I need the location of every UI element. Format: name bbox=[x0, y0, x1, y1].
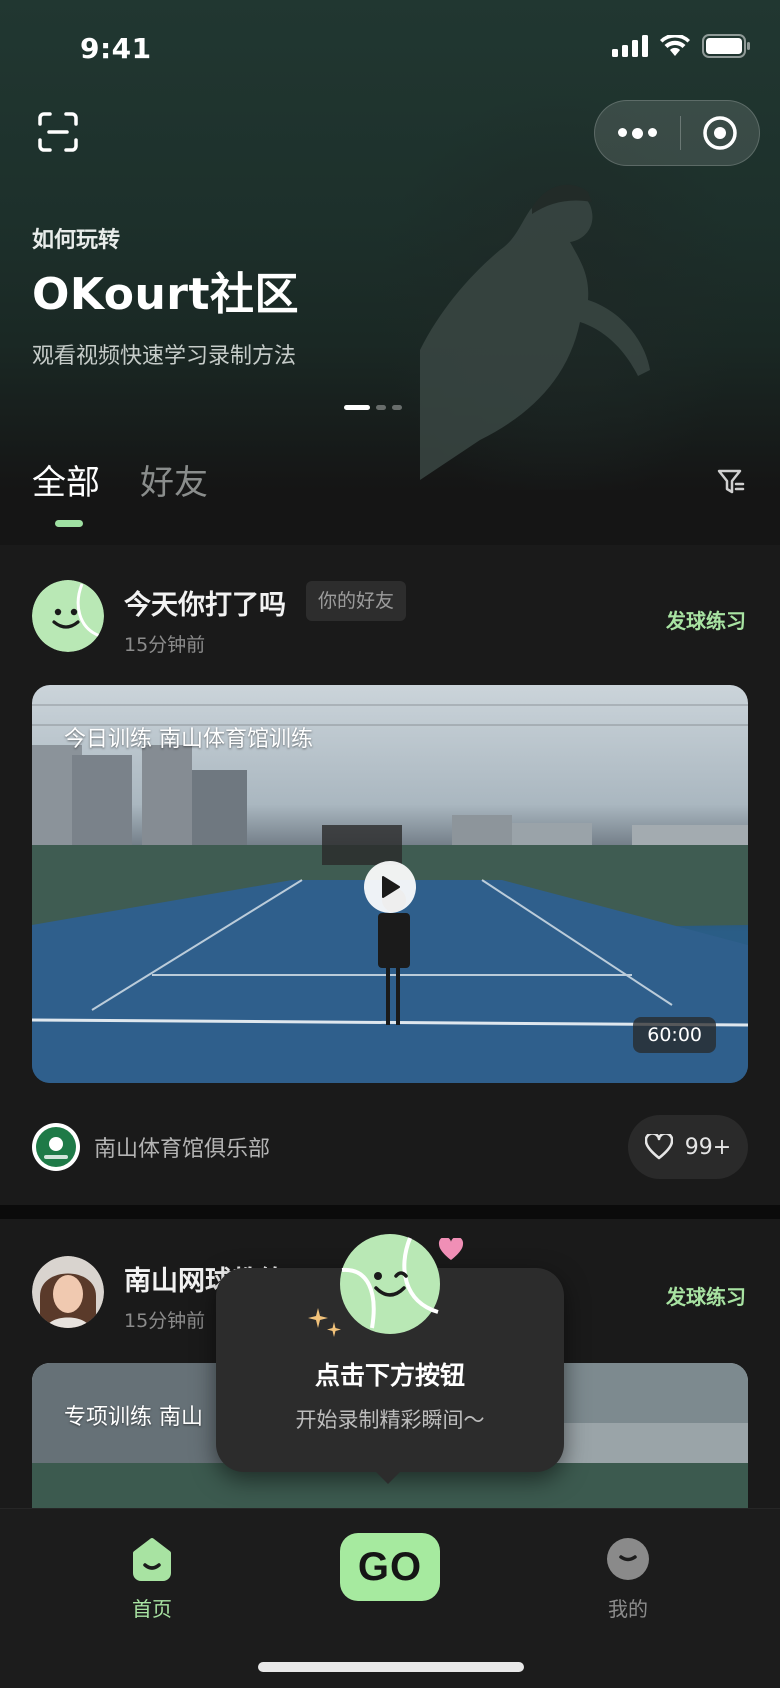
filter-icon[interactable] bbox=[716, 467, 746, 497]
nav-me[interactable]: 我的 bbox=[578, 1537, 678, 1622]
club-name: 南山体育馆俱乐部 bbox=[94, 1137, 271, 1162]
play-button[interactable] bbox=[364, 861, 416, 913]
avatar[interactable] bbox=[32, 580, 104, 652]
tab-friends[interactable]: 好友 bbox=[140, 455, 208, 504]
battery-icon bbox=[702, 34, 750, 58]
more-icon[interactable] bbox=[595, 127, 680, 139]
carousel-indicator bbox=[344, 405, 402, 410]
like-button[interactable]: 99+ bbox=[628, 1115, 748, 1179]
home-indicator bbox=[258, 1662, 524, 1672]
wifi-icon bbox=[660, 35, 690, 56]
avatar[interactable] bbox=[32, 1256, 104, 1328]
play-icon bbox=[382, 876, 400, 898]
nav-me-label: 我的 bbox=[608, 1597, 648, 1621]
like-count: 99+ bbox=[684, 1134, 732, 1160]
home-icon bbox=[133, 1538, 171, 1581]
heart-decor-icon bbox=[438, 1238, 464, 1260]
friend-badge: 你的好友 bbox=[306, 581, 407, 621]
club-link[interactable]: 南山体育馆俱乐部 bbox=[32, 1123, 270, 1171]
tennis-ball-mascot bbox=[340, 1234, 440, 1334]
hero-title: OKourt社区 bbox=[32, 269, 300, 320]
hero-subtitle: 观看视频快速学习录制方法 bbox=[32, 344, 297, 369]
video-caption: 今日训练 南山体育馆训练 bbox=[64, 727, 313, 752]
heart-icon bbox=[644, 1134, 673, 1160]
sparkle-icon bbox=[308, 1308, 341, 1337]
tab-indicator bbox=[55, 520, 83, 527]
miniprogram-capsule bbox=[594, 100, 760, 166]
status-time: 9:41 bbox=[80, 32, 152, 65]
post-time: 15分钟前 bbox=[124, 1310, 206, 1332]
post-card[interactable]: 今天你打了吗 你的好友 15分钟前 发球练习 今日训练 南山体育馆训练 60:0… bbox=[0, 545, 780, 1205]
hero-banner[interactable]: 9:41 如何玩转 OKourt社区 观看视频快速学习录制方法 bbox=[0, 0, 780, 490]
hero-kicker: 如何玩转 bbox=[32, 228, 121, 253]
video-duration: 60:00 bbox=[633, 1017, 716, 1053]
bottom-nav: 首页 GO 我的 bbox=[0, 1508, 780, 1688]
tooltip-subtitle: 开始录制精彩瞬间～ bbox=[295, 1408, 485, 1432]
nav-home[interactable]: 首页 bbox=[102, 1537, 202, 1622]
nav-home-label: 首页 bbox=[132, 1597, 172, 1621]
feed-tabs: 全部 好友 bbox=[0, 455, 780, 535]
post-time: 15分钟前 bbox=[124, 634, 206, 656]
player-silhouette bbox=[420, 184, 650, 480]
scan-icon[interactable] bbox=[36, 110, 80, 154]
status-bar: 9:41 bbox=[0, 0, 780, 100]
profile-icon bbox=[607, 1538, 649, 1580]
go-record-button[interactable]: GO bbox=[340, 1533, 440, 1601]
post-tag[interactable]: 发球练习 bbox=[666, 605, 746, 634]
club-logo bbox=[32, 1123, 80, 1171]
tooltip-title: 点击下方按钮 bbox=[314, 1361, 465, 1390]
close-miniprogram-icon[interactable] bbox=[702, 115, 738, 151]
post-tag[interactable]: 发球练习 bbox=[666, 1281, 746, 1310]
video-thumbnail[interactable]: 今日训练 南山体育馆训练 60:00 bbox=[32, 685, 748, 1083]
post-username[interactable]: 今天你打了吗 bbox=[124, 583, 286, 622]
tab-all[interactable]: 全部 bbox=[32, 455, 100, 504]
video-caption: 专项训练 南山 bbox=[64, 1405, 203, 1430]
signal-icon bbox=[612, 35, 648, 57]
